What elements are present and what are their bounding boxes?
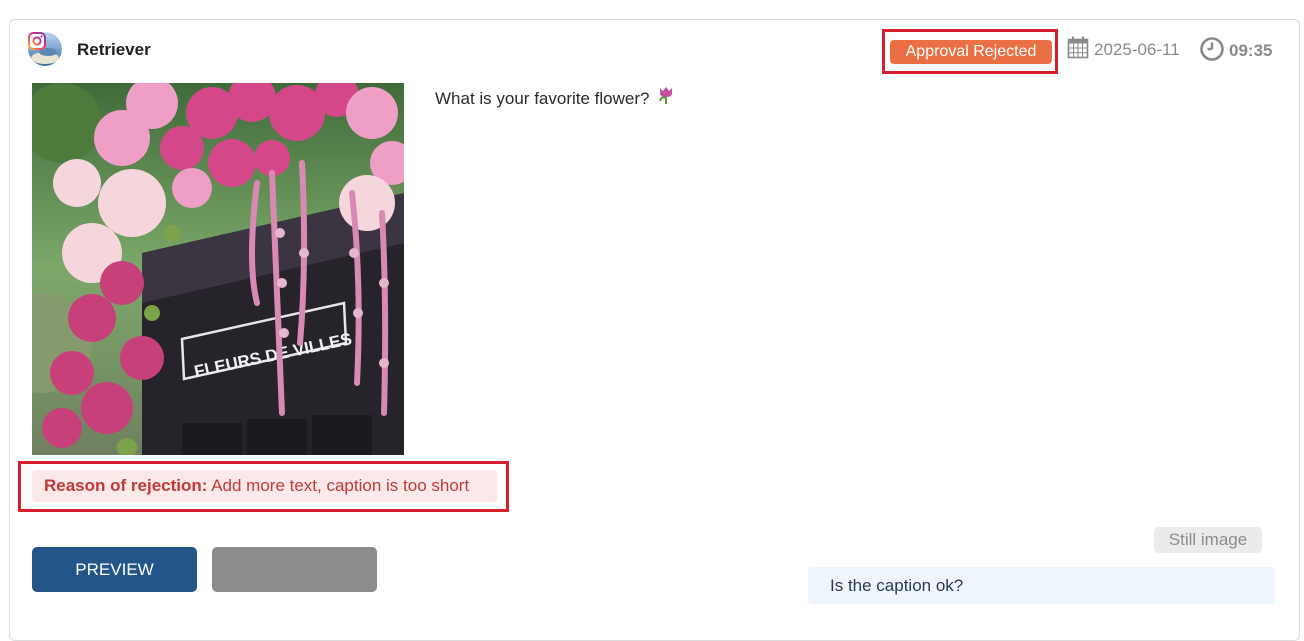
media-type-badge: Still image [1154, 527, 1262, 553]
comment-bubble: Is the caption ok? [808, 567, 1275, 604]
post-date-text: 2025-06-11 [1094, 40, 1180, 59]
secondary-action-button[interactable] [212, 547, 377, 592]
preview-button[interactable]: PREVIEW [32, 547, 197, 592]
account-name: Retriever [77, 40, 151, 59]
post-caption: What is your favorite flower? [435, 86, 674, 109]
post-image[interactable]: FLEURS DE VILLES [32, 83, 404, 455]
post-time: 09:35 [1199, 36, 1273, 67]
rejection-text: Add more text, caption is too short [207, 476, 470, 495]
tulip-icon [658, 86, 674, 109]
caption-text: What is your favorite flower? [435, 89, 650, 108]
instagram-icon [27, 31, 47, 51]
status-badge: Approval Rejected [890, 40, 1052, 64]
post-date: 2025-06-11 [1067, 36, 1180, 64]
post-time-text: 09:35 [1229, 41, 1273, 60]
rejection-label: Reason of rejection: [44, 476, 208, 495]
rejection-reason: Reason of rejection: Add more text, capt… [32, 470, 497, 502]
calendar-icon [1067, 36, 1089, 64]
clock-icon [1199, 36, 1225, 67]
